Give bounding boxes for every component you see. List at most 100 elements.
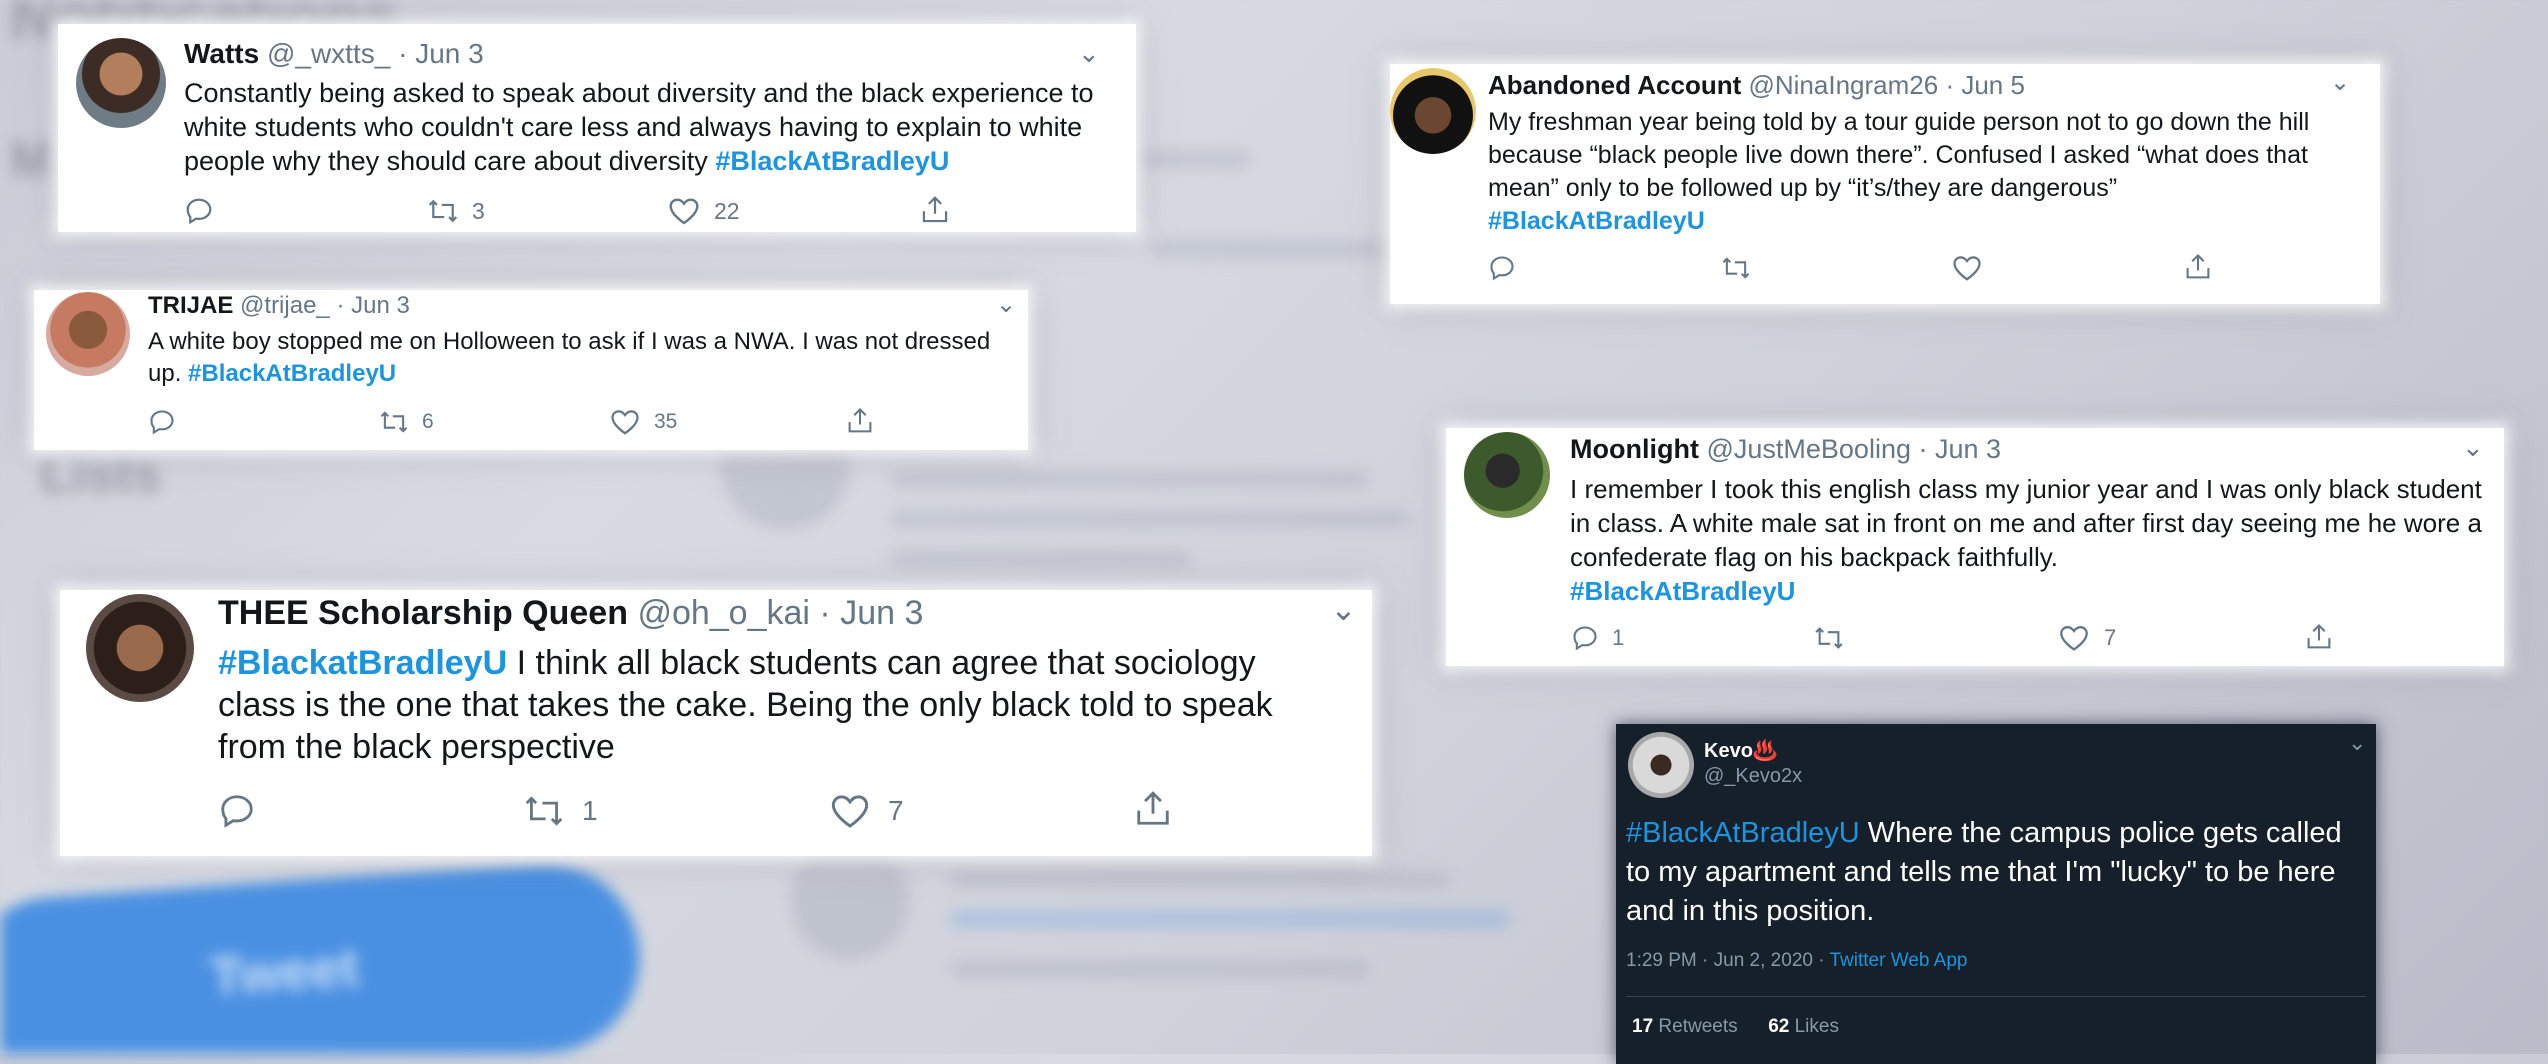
tweet-card-moonlight[interactable]: Moonlight @JustMeBooling · Jun 3 ⌄ I rem…	[1446, 428, 2504, 666]
hashtag-link[interactable]: #BlackAtBradleyU	[715, 146, 949, 176]
tweet-card-watts[interactable]: Watts @_wxtts_ · Jun 3 ⌄ Constantly bein…	[58, 24, 1136, 232]
author-name[interactable]: Kevo♨️	[1704, 738, 1802, 763]
tweet-text: A white boy stopped me on Holloween to a…	[148, 326, 1008, 390]
author-handle[interactable]: @trijae_	[240, 292, 330, 319]
author-handle[interactable]: @JustMeBooling	[1706, 434, 1911, 464]
retweet-icon	[1815, 627, 1843, 649]
like-button[interactable]	[1952, 254, 1982, 282]
reply-button[interactable]: 1	[1570, 624, 1624, 652]
author-name[interactable]: Moonlight	[1570, 434, 1699, 464]
share-button[interactable]	[846, 406, 874, 436]
tweet-body: My freshman year being told by a tour gu…	[1488, 108, 2310, 202]
like-button[interactable]: 7	[830, 792, 904, 830]
tweet-date[interactable]: · Jun 3	[398, 38, 484, 69]
author-name[interactable]: Abandoned Account	[1488, 70, 1741, 100]
share-button[interactable]	[1134, 788, 1172, 830]
share-button[interactable]	[2184, 252, 2212, 282]
bg-tweet-button: Tweet	[0, 856, 646, 1054]
retweet-button[interactable]: 6	[378, 408, 434, 436]
chevron-down-icon[interactable]: ⌄	[1330, 590, 1357, 628]
author-handle[interactable]: @_wxtts_	[267, 38, 390, 69]
chevron-down-icon[interactable]: ⌄	[2348, 730, 2366, 756]
reply-button[interactable]	[1488, 254, 1516, 282]
like-count: 7	[888, 795, 904, 826]
chevron-down-icon[interactable]: ⌄	[996, 290, 1016, 319]
author-handle[interactable]: @_Kevo2x	[1704, 765, 1802, 788]
retweets-count[interactable]: 17	[1632, 1016, 1653, 1037]
share-icon	[848, 407, 872, 433]
retweet-button[interactable]	[1812, 624, 1846, 652]
tweet-text: #BlackAtBradleyU Where the campus police…	[1626, 814, 2366, 931]
hashtag-link[interactable]: #BlackAtBradleyU	[1488, 207, 1705, 235]
like-button[interactable]: 22	[668, 196, 740, 226]
avatar[interactable]	[1390, 68, 1476, 154]
chevron-down-icon[interactable]: ⌄	[2462, 432, 2484, 463]
like-button[interactable]: 7	[2058, 624, 2116, 652]
heart-icon	[2060, 626, 2088, 651]
retweet-count: 6	[422, 410, 434, 433]
tweet-date[interactable]: · Jun 3	[819, 594, 923, 632]
tweet-text: Constantly being asked to speak about di…	[184, 76, 1114, 178]
tweet-date[interactable]: · Jun 5	[1945, 70, 2025, 100]
bg-line	[950, 910, 1510, 928]
avatar[interactable]	[86, 594, 194, 702]
retweet-button[interactable]	[1720, 254, 1752, 282]
share-button[interactable]	[2304, 622, 2334, 652]
author-name[interactable]: Watts	[184, 38, 259, 69]
likes-count[interactable]: 62	[1768, 1016, 1789, 1037]
likes-label[interactable]: Likes	[1795, 1016, 1839, 1037]
tweet-header: Abandoned Account @NinaIngram26 · Jun 5	[1488, 70, 2025, 101]
tweet-card-kevo[interactable]: Kevo♨️ @_Kevo2x ⌄ #BlackAtBradleyU Where…	[1616, 724, 2376, 1064]
retweet-button[interactable]: 3	[426, 196, 485, 226]
tweet-card-abandoned-account[interactable]: Abandoned Account @NinaIngram26 · Jun 5 …	[1390, 64, 2380, 304]
bg-tweet-label: Tweet	[207, 936, 361, 1008]
heart-icon	[611, 410, 639, 435]
heart-icon	[831, 795, 869, 828]
bg-line	[950, 870, 1450, 888]
reply-icon	[221, 795, 253, 828]
chevron-down-icon[interactable]: ⌄	[2330, 68, 2350, 97]
retweet-count: 1	[582, 795, 598, 826]
retweets-label[interactable]: Retweets	[1658, 1016, 1737, 1037]
hashtag-link[interactable]: #BlackAtBradleyU	[188, 360, 396, 387]
like-count: 7	[2104, 625, 2117, 650]
avatar[interactable]	[1628, 732, 1694, 798]
tweet-body: I remember I took this english class my …	[1570, 474, 2482, 572]
retweet-icon	[380, 411, 408, 433]
heart-icon	[1953, 256, 1981, 281]
hashtag-link[interactable]: #BlackatBradleyU	[218, 644, 507, 682]
avatar[interactable]	[76, 38, 166, 128]
reply-button[interactable]	[148, 408, 176, 436]
author-handle[interactable]: @NinaIngram26	[1748, 70, 1938, 100]
tweet-body: Constantly being asked to speak about di…	[184, 78, 1094, 176]
retweet-button[interactable]: 1	[522, 792, 598, 830]
hashtag-link[interactable]: #BlackAtBradleyU	[1570, 576, 1795, 606]
reply-icon	[1573, 626, 1597, 651]
author-name[interactable]: THEE Scholarship Queen	[218, 594, 628, 632]
avatar[interactable]	[46, 292, 130, 376]
avatar[interactable]	[1464, 432, 1550, 518]
tweet-date[interactable]: · Jun 3	[336, 292, 409, 319]
tweet-card-trijae[interactable]: TRIJAE @trijae_ · Jun 3 ⌄ A white boy st…	[34, 290, 1028, 450]
author-name[interactable]: TRIJAE	[148, 292, 233, 319]
tweet-header: THEE Scholarship Queen @oh_o_kai · Jun 3	[218, 594, 923, 633]
share-icon	[2307, 623, 2331, 649]
like-button[interactable]: 35	[610, 408, 677, 436]
retweet-count: 3	[472, 197, 485, 224]
tweet-stats: 17 Retweets 62 Likes	[1632, 1016, 1839, 1038]
chevron-down-icon[interactable]: ⌄	[1078, 38, 1100, 69]
hashtag-link[interactable]: #BlackAtBradleyU	[1626, 817, 1860, 849]
source-link[interactable]: Twitter Web App	[1830, 950, 1968, 971]
share-icon	[922, 196, 948, 223]
tweet-date[interactable]: · Jun 3	[1919, 434, 2002, 464]
like-count: 35	[654, 410, 678, 433]
reply-button[interactable]	[184, 196, 214, 226]
reply-button[interactable]	[218, 792, 256, 830]
share-icon	[1137, 791, 1169, 825]
tweet-card-scholarship-queen[interactable]: THEE Scholarship Queen @oh_o_kai · Jun 3…	[60, 590, 1372, 856]
share-button[interactable]	[920, 194, 950, 226]
author-handle[interactable]: @oh_o_kai	[637, 594, 810, 632]
retweet-icon	[1722, 257, 1750, 279]
tweet-header: Kevo♨️ @_Kevo2x	[1704, 738, 1802, 788]
tweet-header: Watts @_wxtts_ · Jun 3	[184, 38, 484, 70]
